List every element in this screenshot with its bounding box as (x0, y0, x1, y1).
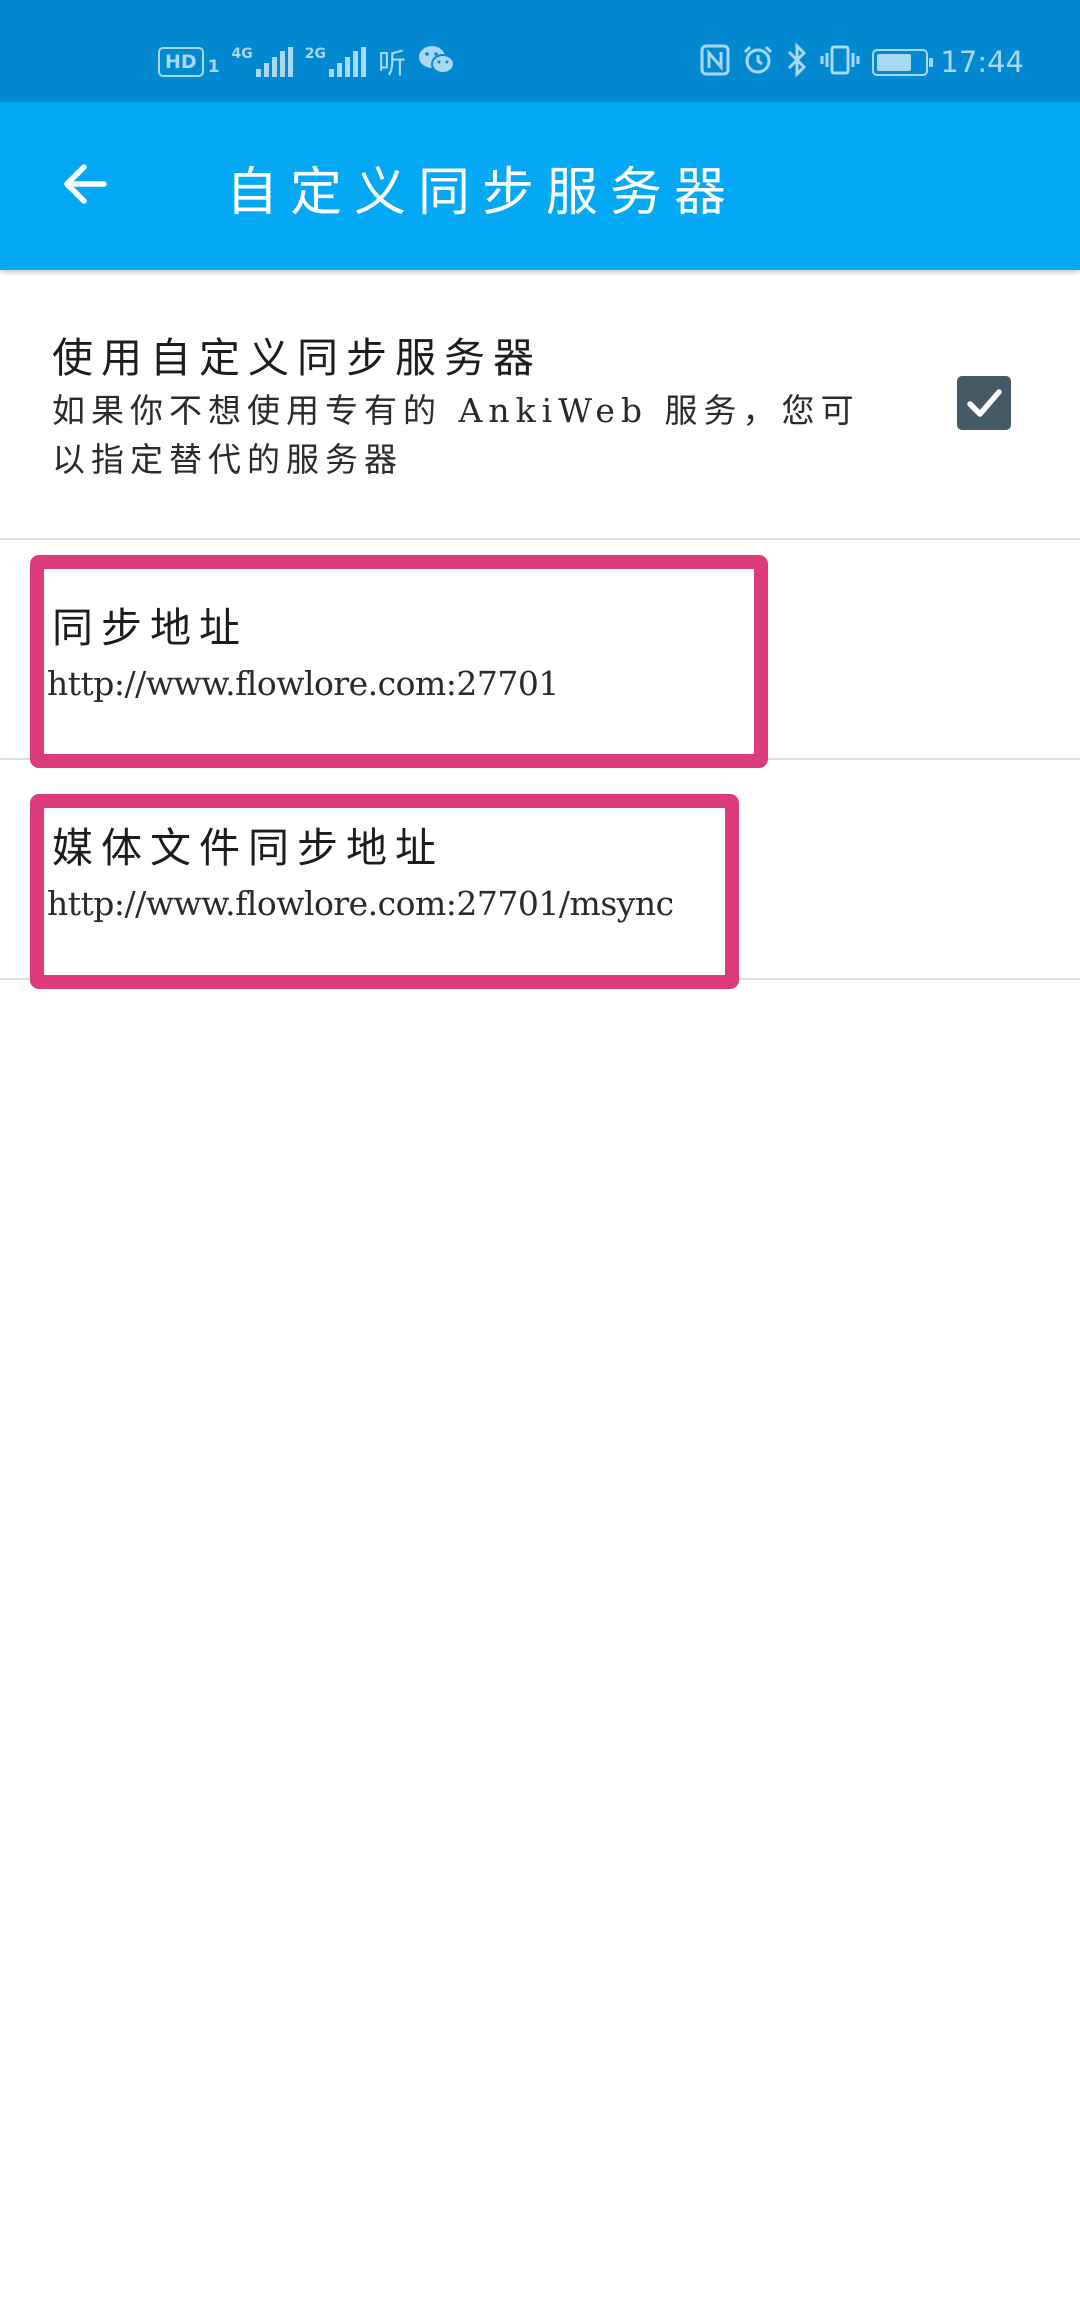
arrow-left-icon (64, 164, 107, 204)
nfc-icon (700, 44, 730, 80)
wechat-icon (418, 44, 456, 80)
alarm-icon (742, 44, 774, 80)
status-bar: HD 1 4G 2G 听 17:44 (0, 0, 1080, 102)
back-button[interactable] (52, 152, 116, 216)
hd-voice-icon: HD (158, 47, 204, 77)
preference-title: 使用自定义同步服务器 (52, 334, 542, 382)
vibrate-icon (820, 44, 860, 80)
use-custom-sync-checkbox[interactable] (957, 376, 1011, 430)
media-sync-url-value: http://www.flowlore.com:27701/msync (47, 884, 674, 923)
signal-4g-icon: 4G (232, 47, 293, 77)
sync-url-value: http://www.flowlore.com:27701 (47, 664, 559, 703)
toolbar: 自定义同步服务器 (0, 102, 1080, 270)
media-sync-url-preference[interactable]: 媒体文件同步地址 http://www.flowlore.com:27701/m… (0, 760, 1080, 980)
preference-title: 媒体文件同步地址 (52, 824, 444, 872)
preference-summary: 如果你不想使用专有的 AnkiWeb 服务，您可以指定替代的服务器 (52, 391, 860, 479)
sim-number: 1 (207, 57, 220, 77)
status-bar-left: HD 1 4G 2G 听 (158, 42, 456, 82)
ting-app-icon: 听 (378, 47, 407, 80)
use-custom-sync-preference[interactable]: 使用自定义同步服务器 如果你不想使用专有的 AnkiWeb 服务，您可以指定替代… (0, 272, 1080, 540)
checkmark-icon (967, 389, 1002, 417)
status-time: 17:44 (940, 45, 1024, 79)
signal-2g-icon: 2G (305, 47, 366, 77)
bluetooth-icon (786, 42, 808, 81)
network-type-label: 2G (304, 46, 326, 62)
sync-url-preference[interactable]: 同步地址 http://www.flowlore.com:27701 (0, 540, 1080, 760)
battery-icon (872, 48, 934, 76)
network-type-label: 4G (231, 46, 253, 62)
preference-title: 同步地址 (52, 604, 248, 652)
status-bar-right: 17:44 (700, 42, 1024, 82)
page-title: 自定义同步服务器 (226, 163, 739, 223)
